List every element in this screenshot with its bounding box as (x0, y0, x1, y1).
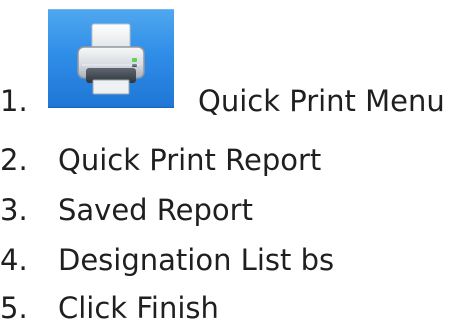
step-number: 5. (0, 291, 28, 325)
step-number: 2. (0, 143, 28, 177)
step-label: Quick Print Report (58, 143, 322, 177)
step-number: 1. (0, 84, 28, 118)
step-number: 3. (0, 193, 28, 227)
instruction-steps: 1. Quick Print Menu 2. Quick Print Repor… (0, 0, 468, 325)
step-label: Designation List bs (58, 243, 335, 277)
quick-print-button[interactable] (48, 9, 174, 108)
step-number: 4. (0, 243, 28, 277)
printer-icon (77, 23, 145, 95)
step-label: Click Finish (58, 291, 219, 325)
step-label: Saved Report (58, 193, 253, 227)
step-label: Quick Print Menu (198, 84, 445, 118)
